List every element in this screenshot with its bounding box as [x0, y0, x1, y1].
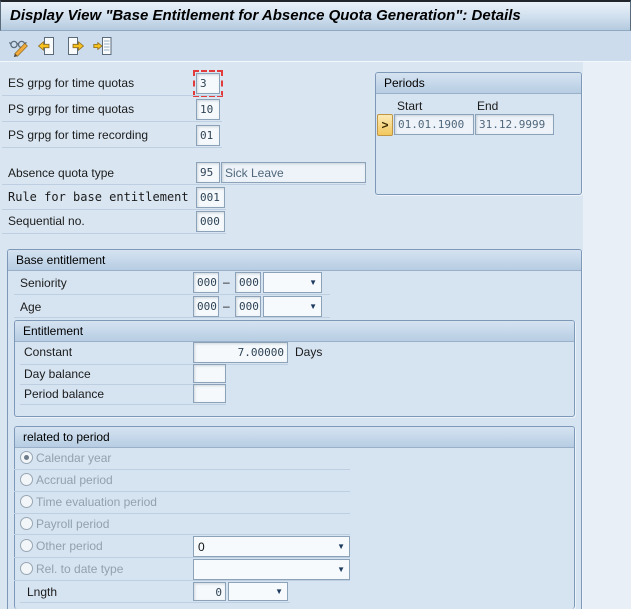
row-underline — [14, 469, 350, 470]
row-underline — [14, 580, 350, 581]
es-grpg-label: ES grpg for time quotas — [8, 76, 134, 90]
ps-grpg-recording-label: PS grpg for time recording — [8, 128, 148, 142]
age-unit-dropdown[interactable]: ▼ — [263, 296, 322, 317]
chevron-down-icon: ▼ — [309, 277, 317, 289]
other-period-radio[interactable] — [20, 539, 33, 552]
next-entry-button[interactable] — [64, 35, 86, 57]
sequential-no-field[interactable]: 000 — [196, 211, 225, 232]
chevron-down-icon: ▼ — [337, 564, 345, 576]
other-period-dropdown[interactable]: 0▼ — [193, 536, 350, 557]
time-evaluation-period-radio[interactable] — [20, 495, 33, 508]
chevron-down-icon: ▼ — [275, 586, 283, 598]
title-bar: Display View "Base Entitlement for Absen… — [0, 0, 631, 31]
age-dash: – — [223, 299, 230, 313]
calendar-year-radio[interactable] — [20, 451, 33, 464]
period-end-field[interactable]: 31.12.9999 — [475, 114, 554, 135]
row-underline — [14, 534, 350, 535]
seniority-label: Seniority — [20, 276, 67, 290]
lngth-unit-dropdown[interactable]: ▼ — [228, 582, 288, 601]
other-period-value: 0 — [198, 540, 205, 554]
next-entry-icon — [64, 35, 86, 57]
row-underline — [14, 317, 330, 318]
period-start-field[interactable]: 01.01.1900 — [394, 114, 474, 135]
row-underline — [2, 209, 226, 210]
display-change-icon — [8, 35, 30, 57]
row-underline — [2, 95, 222, 96]
previous-entry-icon — [36, 35, 58, 57]
es-grpg-field[interactable]: 3 — [196, 73, 220, 94]
absence-quota-type-label: Absence quota type — [8, 166, 114, 180]
row-underline — [14, 294, 330, 295]
row-underline — [14, 491, 350, 492]
row-underline — [2, 147, 222, 148]
seniority-dash: – — [223, 275, 230, 289]
row-underline — [2, 233, 226, 234]
periods-end-label: End — [477, 99, 498, 113]
row-underline — [14, 513, 350, 514]
seniority-unit-dropdown[interactable]: ▼ — [263, 272, 322, 293]
row-underline — [2, 121, 222, 122]
row-underline — [20, 364, 288, 365]
periods-title: Periods — [376, 73, 581, 94]
period-balance-field[interactable] — [193, 384, 226, 403]
constant-unit-label: Days — [295, 345, 322, 359]
age-label: Age — [20, 300, 41, 314]
accrual-period-label: Accrual period — [36, 473, 113, 487]
period-balance-label: Period balance — [24, 387, 104, 401]
application-toolbar — [0, 31, 631, 62]
day-balance-label: Day balance — [24, 367, 91, 381]
other-entry-icon — [92, 35, 114, 57]
ps-grpg-recording-field[interactable]: 01 — [196, 125, 220, 146]
age-from-field[interactable]: 000 — [193, 296, 219, 317]
accrual-period-radio[interactable] — [20, 473, 33, 486]
previous-entry-button[interactable] — [36, 35, 58, 57]
sequential-no-label: Sequential no. — [8, 214, 85, 228]
absence-quota-type-text: Sick Leave — [221, 162, 366, 183]
ps-grpg-quotas-field[interactable]: 10 — [196, 99, 220, 120]
ps-grpg-quotas-label: PS grpg for time quotas — [8, 102, 134, 116]
row-underline — [2, 184, 366, 185]
other-period-label: Other period — [36, 539, 103, 553]
content-right-margin — [583, 62, 631, 609]
row-underline — [14, 557, 350, 558]
other-entry-button[interactable] — [92, 35, 114, 57]
rel-to-date-type-dropdown[interactable]: ▼ — [193, 559, 350, 580]
calendar-year-label: Calendar year — [36, 451, 111, 465]
rule-label: Rule for base entitlement — [8, 190, 189, 204]
payroll-period-radio[interactable] — [20, 517, 33, 530]
display-change-button[interactable] — [8, 35, 30, 57]
constant-field[interactable]: 7.00000 — [193, 342, 288, 363]
entitlement-groupbox: Entitlement — [14, 320, 575, 417]
payroll-period-label: Payroll period — [36, 517, 109, 531]
time-evaluation-period-label: Time evaluation period — [36, 495, 157, 509]
age-to-field[interactable]: 000 — [235, 296, 261, 317]
constant-label: Constant — [24, 345, 72, 359]
row-selector-button[interactable]: > — [377, 114, 393, 136]
rel-to-date-type-radio[interactable] — [20, 562, 33, 575]
absence-quota-type-field[interactable]: 95 — [196, 162, 220, 183]
seniority-to-field[interactable]: 000 — [235, 272, 261, 293]
periods-start-label: Start — [397, 99, 422, 113]
row-underline — [20, 602, 290, 603]
rel-to-date-type-label: Rel. to date type — [36, 562, 123, 576]
page-title: Display View "Base Entitlement for Absen… — [10, 7, 521, 24]
chevron-down-icon: ▼ — [337, 541, 345, 553]
row-underline — [20, 404, 226, 405]
related-to-period-title: related to period — [15, 427, 574, 448]
chevron-down-icon: ▼ — [309, 301, 317, 313]
entitlement-title: Entitlement — [15, 321, 574, 342]
lngth-field[interactable]: 0 — [193, 582, 226, 601]
base-entitlement-title: Base entitlement — [8, 250, 581, 271]
rule-field[interactable]: 001 — [196, 187, 225, 208]
day-balance-field[interactable] — [193, 364, 226, 383]
seniority-from-field[interactable]: 000 — [193, 272, 219, 293]
lngth-label: Lngth — [27, 585, 57, 599]
sap-window: Display View "Base Entitlement for Absen… — [0, 0, 631, 609]
